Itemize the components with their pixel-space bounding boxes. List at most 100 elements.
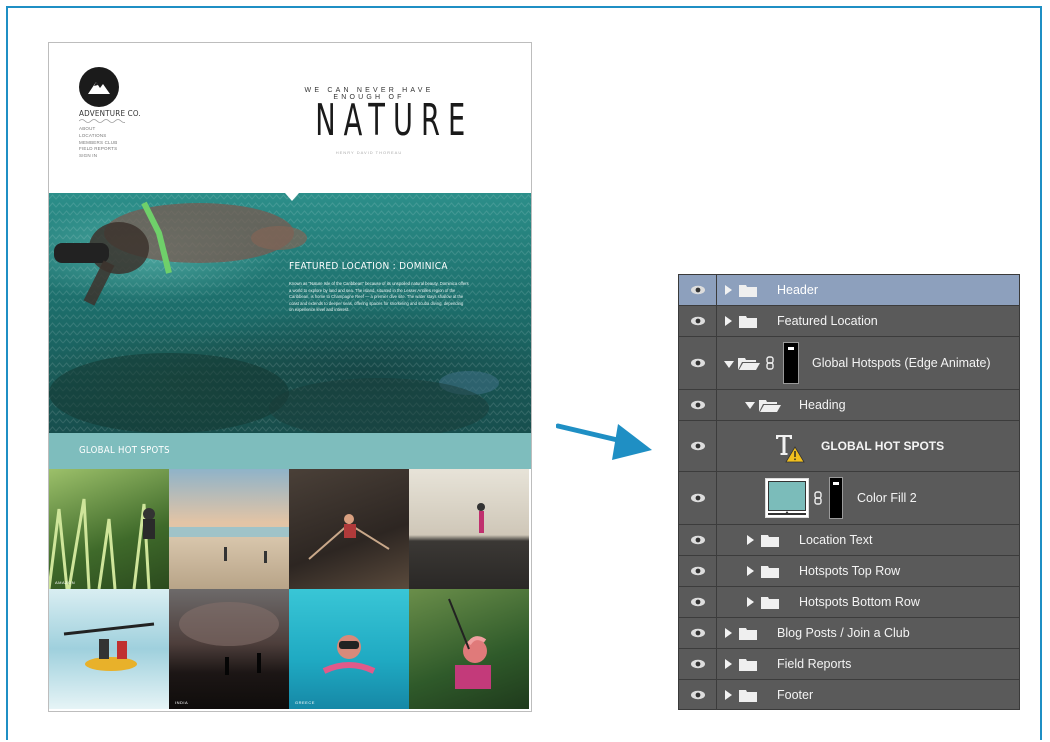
hiker-photo <box>477 503 485 533</box>
nav-item-members-club[interactable]: MEMBERS CLUB <box>79 140 117 147</box>
featured-title: FEATURED LOCATION : DOMINICA <box>289 261 448 272</box>
expand-triangle-icon[interactable] <box>725 316 732 326</box>
hotspot-tile[interactable] <box>289 469 409 589</box>
layer-row-hotspots-bottom-row[interactable]: Hotspots Bottom Row <box>679 587 1019 618</box>
layer-name: Footer <box>777 688 814 702</box>
expand-triangle-icon[interactable] <box>725 690 732 700</box>
eye-icon[interactable] <box>690 659 706 669</box>
hotspot-tile[interactable]: AMAZON <box>49 469 169 589</box>
silhouette-photo <box>179 602 279 675</box>
open-folder-icon <box>759 400 781 412</box>
layer-row-blog-posts[interactable]: Blog Posts / Join a Club <box>679 618 1019 649</box>
eye-icon[interactable] <box>690 535 706 545</box>
visibility-toggle[interactable] <box>679 472 717 524</box>
expand-triangle-icon[interactable] <box>747 566 754 576</box>
eye-icon[interactable] <box>690 358 706 368</box>
hotspot-tile[interactable] <box>409 469 529 589</box>
visibility-toggle[interactable] <box>679 680 717 710</box>
chain-link-icon[interactable] <box>813 491 823 505</box>
folder-icon <box>739 628 757 640</box>
global-hotspots-heading: GLOBAL HOT SPOTS <box>79 445 170 456</box>
brand-logo <box>79 67 119 107</box>
layer-row-featured-location[interactable]: Featured Location <box>679 306 1019 337</box>
webpage-mockup: ADVENTURE CO. ABOUT LOCATIONS MEMBERS CL… <box>48 42 532 712</box>
visibility-toggle[interactable] <box>679 556 717 586</box>
eye-icon[interactable] <box>690 628 706 638</box>
layer-name: Field Reports <box>777 657 852 671</box>
layer-name: Global Hotspots (Edge Animate) <box>812 356 991 370</box>
expand-triangle-icon[interactable] <box>725 285 732 295</box>
eye-icon[interactable] <box>690 441 706 451</box>
layer-mask-thumbnail[interactable] <box>783 342 799 384</box>
layer-name: GLOBAL HOT SPOTS <box>821 439 945 453</box>
climber-photo <box>308 514 390 560</box>
folder-icon <box>761 597 779 609</box>
layer-row-heading[interactable]: Heading <box>679 390 1019 421</box>
layer-row-footer[interactable]: Footer <box>679 680 1019 710</box>
chain-link-icon[interactable] <box>765 356 775 370</box>
hero-notch <box>285 193 299 201</box>
layer-row-header[interactable]: Header <box>679 275 1019 306</box>
layer-name: Blog Posts / Join a Club <box>777 626 910 640</box>
visibility-toggle[interactable] <box>679 306 717 336</box>
nav-item-field-reports[interactable]: FIELD REPORTS <box>79 146 117 153</box>
snorkel-photo <box>322 635 376 674</box>
layer-mask-thumbnail[interactable] <box>829 477 843 519</box>
expand-triangle-icon[interactable] <box>725 659 732 669</box>
hotspot-tile[interactable] <box>169 469 289 589</box>
visibility-toggle[interactable] <box>679 618 717 648</box>
folder-icon <box>739 316 757 328</box>
layer-name: Heading <box>799 398 846 412</box>
hotspot-tile[interactable] <box>49 589 169 709</box>
nav-item-locations[interactable]: LOCATIONS <box>79 133 117 140</box>
tile-caption: INDIA <box>175 700 189 705</box>
visibility-toggle[interactable] <box>679 390 717 420</box>
eye-icon[interactable] <box>690 566 706 576</box>
eye-icon[interactable] <box>690 285 706 295</box>
visibility-toggle[interactable] <box>679 649 717 679</box>
collapse-triangle-icon[interactable] <box>724 361 734 368</box>
featured-text: Known as "Nature Isle of the Caribbean" … <box>289 281 469 312</box>
brand-name: ADVENTURE CO. <box>79 109 141 118</box>
expand-triangle-icon[interactable] <box>747 535 754 545</box>
layer-row-color-fill-2[interactable]: Color Fill 2 <box>679 472 1019 525</box>
eye-icon[interactable] <box>690 400 706 410</box>
eye-icon[interactable] <box>690 597 706 607</box>
layer-name: Featured Location <box>777 314 878 328</box>
visibility-toggle[interactable] <box>679 587 717 617</box>
visibility-toggle[interactable] <box>679 525 717 555</box>
nav-item-about[interactable]: ABOUT <box>79 126 117 133</box>
eye-icon[interactable] <box>690 316 706 326</box>
layer-row-global-hot-spots-text[interactable]: GLOBAL HOT SPOTS <box>679 421 1019 472</box>
zipline-photo <box>448 598 491 689</box>
layer-name: Header <box>777 283 818 297</box>
hotspot-tile[interactable]: GREECE <box>289 589 409 709</box>
hotspot-tile[interactable]: INDIA <box>169 589 289 709</box>
featured-location-hero: FEATURED LOCATION : DOMINICA Known as "N… <box>49 193 531 433</box>
layer-row-field-reports[interactable]: Field Reports <box>679 649 1019 680</box>
hotspot-tile[interactable] <box>409 589 529 709</box>
site-nav: ABOUT LOCATIONS MEMBERS CLUB FIELD REPOR… <box>79 126 117 160</box>
type-layer-icon <box>776 435 805 463</box>
expand-triangle-icon[interactable] <box>747 597 754 607</box>
expand-triangle-icon[interactable] <box>725 628 732 638</box>
visibility-toggle[interactable] <box>679 421 717 471</box>
hero-headline: NATURE <box>315 95 474 146</box>
color-fill-thumbnail[interactable] <box>765 478 809 518</box>
layer-row-global-hotspots[interactable]: Global Hotspots (Edge Animate) <box>679 337 1019 390</box>
layer-name: Color Fill 2 <box>857 491 917 505</box>
tile-caption: GREECE <box>295 700 315 705</box>
collapse-triangle-icon[interactable] <box>745 402 755 409</box>
eye-icon[interactable] <box>690 493 706 503</box>
visibility-toggle[interactable] <box>679 275 717 305</box>
mountain-icon <box>88 82 110 94</box>
layer-row-location-text[interactable]: Location Text <box>679 525 1019 556</box>
hotspots-grid: AMAZON INDIA GREECE <box>49 469 531 711</box>
kayak-photo <box>63 622 155 671</box>
visibility-toggle[interactable] <box>679 337 717 389</box>
nav-item-sign-in[interactable]: SIGN IN <box>79 153 117 160</box>
layers-panel: Header Featured Location Global Hotspots… <box>678 274 1020 710</box>
layer-row-hotspots-top-row[interactable]: Hotspots Top Row <box>679 556 1019 587</box>
eye-icon[interactable] <box>690 690 706 700</box>
beach-photo <box>169 527 289 563</box>
